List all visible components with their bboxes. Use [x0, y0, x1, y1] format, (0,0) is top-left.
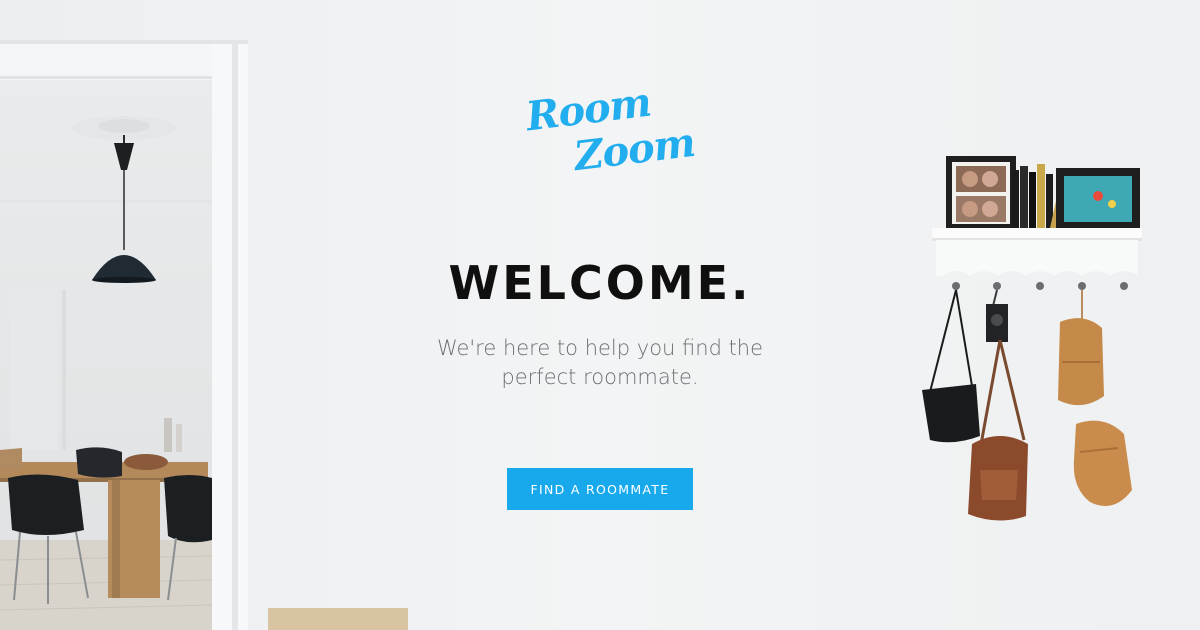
roomzoom-logo[interactable]: Room Zoom [516, 79, 698, 184]
page-title: WELCOME. [448, 256, 752, 310]
stool-top [268, 608, 408, 630]
logo-word-zoom: Zoom [571, 118, 698, 181]
hero-tagline: We're here to help you find the perfect … [436, 336, 764, 389]
find-roommate-button[interactable]: FIND A ROOMMATE [507, 468, 693, 510]
doorway-room [0, 40, 248, 630]
